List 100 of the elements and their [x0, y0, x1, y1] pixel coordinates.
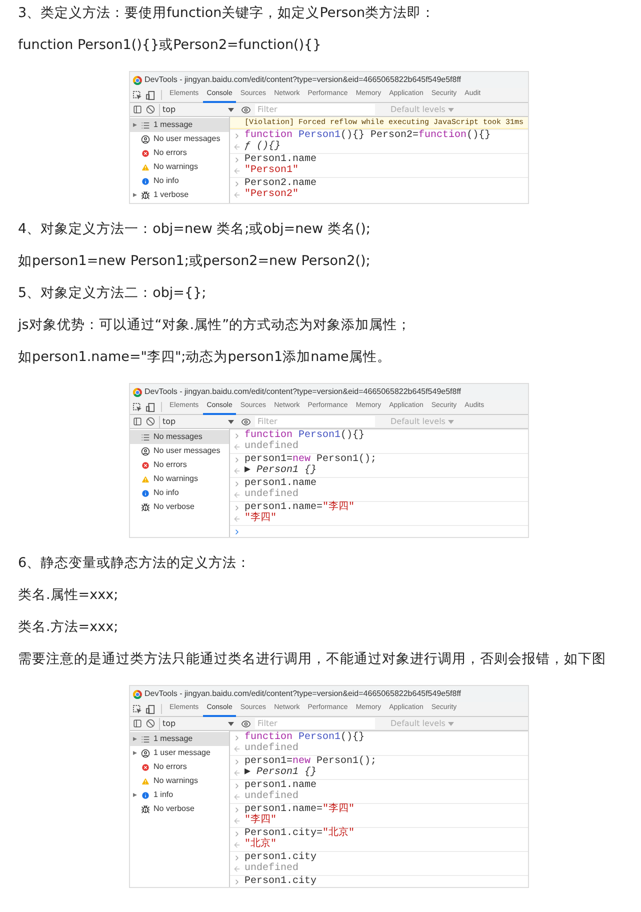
sidebar-item[interactable]: No user messages	[130, 444, 228, 458]
sidebar-item[interactable]: No info	[130, 486, 228, 500]
console-line: undefined	[244, 791, 299, 803]
context-select[interactable]: top	[158, 104, 234, 116]
sidebar-item[interactable]: No messages	[130, 430, 228, 444]
result-icon	[232, 515, 240, 523]
browser-logo-icon	[132, 388, 142, 396]
console-line: ▶ Person1 {}	[244, 465, 317, 477]
result-icon	[232, 443, 240, 451]
paragraph: 6、静态变量或静态方法的定义方法：	[18, 554, 252, 573]
paragraph: 类名.属性=xxx;	[18, 586, 120, 605]
sidebar-item[interactable]: 1 message	[130, 732, 228, 746]
context-select[interactable]: top	[158, 416, 234, 428]
console-line: "Person2"	[244, 189, 299, 201]
eye-icon[interactable]	[240, 718, 250, 728]
result-icon	[232, 841, 240, 849]
console-line: undefined	[244, 743, 299, 755]
context-select[interactable]: top	[158, 718, 234, 730]
device-icon	[146, 90, 154, 100]
paragraph: 类名.方法=xxx;	[18, 618, 120, 637]
sidebar-item[interactable]: No verbose	[130, 802, 228, 816]
console-line: Person1.name	[244, 154, 317, 164]
filter-field[interactable]: Filter	[254, 416, 374, 427]
warning-icon	[140, 474, 150, 484]
console-line: Person2.name	[244, 178, 317, 188]
user-icon	[140, 134, 150, 144]
expand-arrow-icon[interactable]	[132, 793, 136, 797]
clear-icon[interactable]	[146, 719, 154, 728]
sidebar-item[interactable]: 1 user message	[130, 746, 228, 760]
device-icon	[146, 704, 154, 714]
info-icon	[140, 790, 150, 800]
console-line: function Person1(){} Person2=function(){}	[244, 130, 491, 140]
console-line: undefined	[244, 441, 299, 453]
device-icon	[146, 402, 154, 412]
sidebar-item[interactable]: No warnings	[130, 160, 228, 174]
error-icon	[140, 460, 150, 470]
sidebar-item[interactable]: 1 verbose	[130, 188, 228, 202]
result-icon	[232, 817, 240, 825]
paragraph: 如person1.name="李四";动态为person1添加name属性。	[18, 348, 392, 367]
browser-logo-icon	[132, 76, 142, 84]
sidebar-toggle-icon[interactable]	[132, 417, 142, 426]
expand-arrow-icon[interactable]	[132, 193, 136, 197]
caret-icon	[228, 420, 234, 424]
sidebar-item[interactable]: No errors	[130, 146, 228, 160]
sidebar-item[interactable]: No errors	[130, 760, 228, 774]
filter-field[interactable]: Filter	[254, 104, 374, 115]
sidebar-item[interactable]: No verbose	[130, 500, 228, 514]
filter-field[interactable]: Filter	[254, 718, 374, 729]
result-icon	[232, 491, 240, 499]
list-icon	[140, 734, 150, 744]
sidebar-item[interactable]: 1 info	[130, 788, 228, 802]
expand-arrow-icon[interactable]	[132, 751, 136, 755]
user-icon	[140, 748, 150, 758]
window-title: DevTools - jingyan.baidu.com/edit/content?type=version&eid=4665065822b645f549e5f8ff	[144, 386, 462, 398]
result-icon	[232, 865, 240, 873]
warning-icon	[140, 776, 150, 786]
console-line: ƒ (){}	[244, 141, 281, 153]
sidebar-item[interactable]: No warnings	[130, 472, 228, 486]
warning-icon	[140, 162, 150, 172]
expand-arrow-icon[interactable]	[132, 123, 136, 127]
info-icon	[140, 488, 150, 498]
console-line: Person1.city	[244, 876, 317, 887]
sidebar-item[interactable]: No info	[130, 174, 228, 188]
clear-icon[interactable]	[146, 105, 154, 114]
paragraph: 3、类定义方法：要使用function关键字，如定义Person类方法即：	[18, 4, 436, 23]
paragraph: function Person1(){}或Person2=function(){}	[18, 36, 322, 55]
eye-icon[interactable]	[240, 416, 250, 426]
error-icon	[140, 148, 150, 158]
paragraph: 4、对象定义方法一：obj=new 类名;或obj=new 类名();	[18, 220, 372, 239]
list-icon	[140, 120, 150, 130]
result-icon	[232, 745, 240, 753]
list-icon	[140, 432, 150, 442]
console-line: function Person1(){}	[244, 732, 365, 742]
expand-arrow-icon[interactable]	[132, 737, 136, 741]
error-icon	[140, 762, 150, 772]
sidebar-item[interactable]: 1 message	[130, 118, 228, 132]
clear-icon[interactable]	[146, 417, 154, 426]
inspect-icon	[132, 402, 142, 412]
console-line: Person1.city="北京"	[244, 828, 355, 838]
console-line: ▶ Person1 {}	[244, 767, 317, 779]
bug-icon	[140, 804, 150, 814]
console-line: person1.city	[244, 852, 317, 862]
browser-logo-icon	[132, 690, 142, 698]
result-icon	[232, 769, 240, 777]
result-icon	[232, 793, 240, 801]
console-line: undefined	[244, 489, 299, 501]
window-title: DevTools - jingyan.baidu.com/edit/content?type=version&eid=4665065822b645f549e5f8ff	[144, 688, 462, 700]
caret-icon	[228, 722, 234, 726]
paragraph: js对象优势：可以通过“对象.属性”的方式动态为对象添加属性；	[18, 316, 412, 335]
user-icon	[140, 446, 150, 456]
console-line: person1.name	[244, 478, 317, 488]
sidebar-item[interactable]: No warnings	[130, 774, 228, 788]
sidebar-item[interactable]: No user messages	[130, 132, 228, 146]
eye-icon[interactable]	[240, 104, 250, 114]
info-icon	[140, 176, 150, 186]
sidebar-toggle-icon[interactable]	[132, 719, 142, 728]
sidebar-toggle-icon[interactable]	[132, 105, 142, 114]
sidebar-item[interactable]: No errors	[130, 458, 228, 472]
console-line: "Person1"	[244, 165, 299, 177]
console-line: "北京"	[244, 839, 277, 851]
